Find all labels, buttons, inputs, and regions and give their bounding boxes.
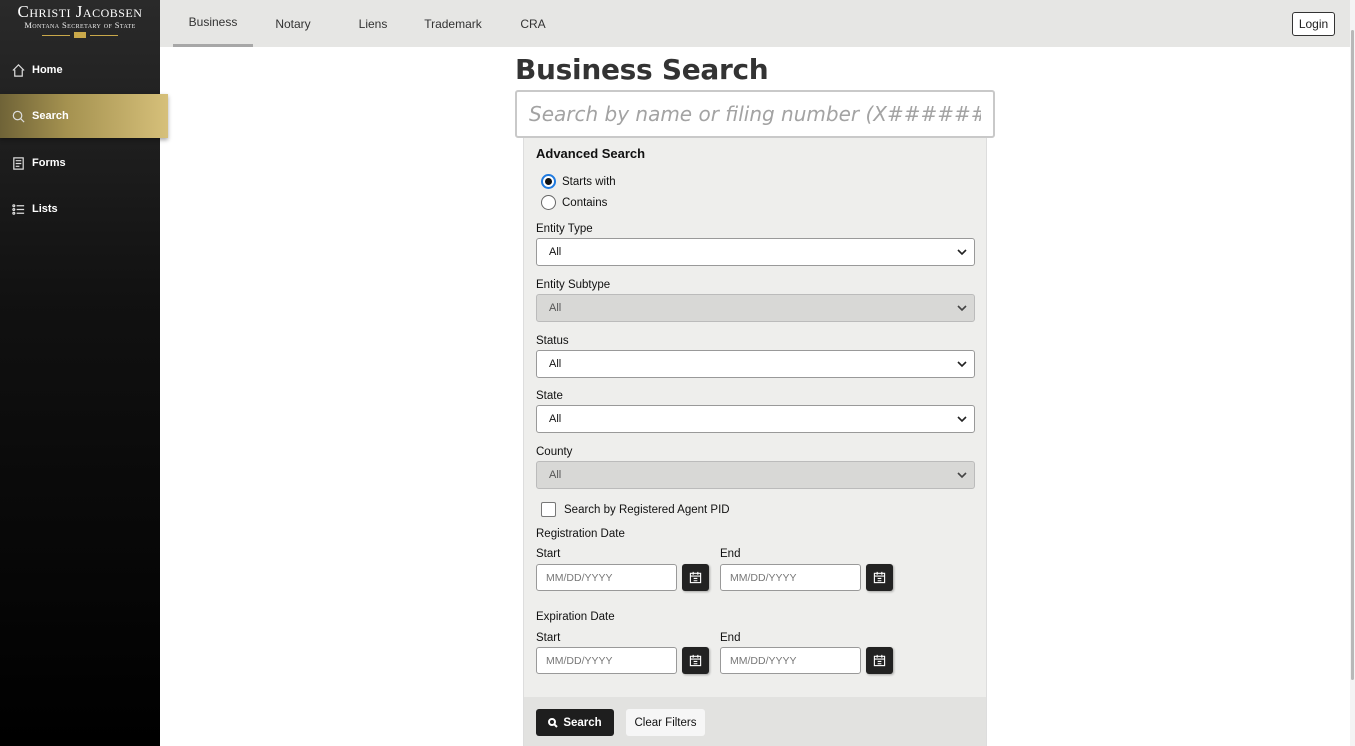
list-icon — [12, 203, 25, 215]
expiration-date-label: Expiration Date — [536, 611, 615, 623]
advanced-search-title: Advanced Search — [536, 146, 646, 161]
select-value: All — [549, 358, 562, 370]
tab-liens[interactable]: Liens — [333, 0, 413, 47]
state-select[interactable]: All — [536, 405, 975, 433]
scrollbar[interactable] — [1350, 0, 1355, 746]
sidebar-item-search[interactable]: Search — [0, 94, 168, 138]
radio-button-checked[interactable] — [541, 174, 556, 189]
radio-contains[interactable]: Contains — [541, 195, 607, 210]
chevron-down-icon — [957, 472, 967, 479]
sidebar-item-label: Home — [32, 64, 63, 76]
registration-start-calendar-button[interactable] — [682, 564, 709, 591]
top-tab-bar: Business Notary Liens Trademark CRA Logi… — [160, 0, 1350, 47]
checkbox-label: Search by Registered Agent PID — [564, 503, 730, 516]
tab-trademark[interactable]: Trademark — [413, 0, 493, 47]
registered-agent-pid-checkbox[interactable] — [541, 502, 556, 517]
registration-end-label: End — [720, 548, 741, 560]
search-input[interactable] — [515, 90, 995, 138]
logo-ornament — [0, 32, 160, 38]
status-label: Status — [536, 335, 569, 347]
select-value: All — [549, 469, 562, 481]
expiration-end-label: End — [720, 632, 741, 644]
sidebar-item-label: Forms — [32, 157, 66, 169]
entity-subtype-label: Entity Subtype — [536, 279, 611, 291]
calendar-icon — [873, 571, 886, 584]
chevron-down-icon — [957, 361, 967, 368]
select-value: All — [549, 302, 562, 314]
home-icon — [12, 63, 25, 77]
entity-subtype-select: All — [536, 294, 975, 322]
calendar-icon — [689, 654, 702, 667]
sidebar-item-forms[interactable]: Forms — [0, 141, 160, 185]
entity-type-select[interactable]: All — [536, 238, 975, 266]
calendar-icon — [873, 654, 886, 667]
sidebar-item-label: Lists — [32, 203, 58, 215]
expiration-start-calendar-button[interactable] — [682, 647, 709, 674]
registration-start-date-field[interactable]: MM/DD/YYYY — [536, 564, 677, 591]
expiration-start-date-field[interactable]: MM/DD/YYYY — [536, 647, 677, 674]
chevron-down-icon — [957, 305, 967, 312]
scrollbar-thumb[interactable] — [1351, 30, 1354, 680]
chevron-down-icon — [957, 416, 967, 423]
search-icon — [12, 110, 25, 123]
tab-business[interactable]: Business — [173, 0, 253, 47]
select-value: All — [549, 413, 562, 425]
radio-label: Starts with — [562, 175, 616, 188]
expiration-end-date-field[interactable]: MM/DD/YYYY — [720, 647, 861, 674]
chevron-down-icon — [957, 249, 967, 256]
sidebar: Christi Jacobsen Montana Secretary of St… — [0, 0, 168, 746]
registered-agent-pid-option[interactable]: Search by Registered Agent PID — [541, 502, 730, 517]
registration-end-calendar-button[interactable] — [866, 564, 893, 591]
radio-button[interactable] — [541, 195, 556, 210]
tab-notary[interactable]: Notary — [253, 0, 333, 47]
expiration-end-calendar-button[interactable] — [866, 647, 893, 674]
page-title: Business Search — [515, 53, 769, 86]
advanced-search-footer: Search Clear Filters — [524, 697, 986, 746]
logo-name: Christi Jacobsen — [17, 2, 143, 21]
search-button[interactable]: Search — [536, 709, 614, 736]
registration-date-label: Registration Date — [536, 528, 625, 540]
sidebar-item-lists[interactable]: Lists — [0, 187, 160, 231]
status-select[interactable]: All — [536, 350, 975, 378]
tab-cra[interactable]: CRA — [493, 0, 573, 47]
logo[interactable]: Christi Jacobsen Montana Secretary of St… — [0, 0, 160, 48]
registration-start-label: Start — [536, 548, 561, 560]
radio-starts-with[interactable]: Starts with — [541, 174, 616, 189]
county-label: County — [536, 446, 573, 458]
county-select: All — [536, 461, 975, 489]
calendar-icon — [689, 571, 702, 584]
search-button-label: Search — [563, 716, 602, 729]
radio-label: Contains — [562, 196, 608, 209]
forms-icon — [13, 156, 24, 170]
clear-filters-button[interactable]: Clear Filters — [626, 709, 705, 736]
sidebar-item-home[interactable]: Home — [0, 48, 160, 92]
registration-end-date-field[interactable]: MM/DD/YYYY — [720, 564, 861, 591]
state-label: State — [536, 390, 563, 402]
entity-type-label: Entity Type — [536, 223, 593, 235]
sidebar-item-label: Search — [32, 110, 69, 122]
logo-subtitle: Montana Secretary of State — [24, 20, 136, 30]
expiration-start-label: Start — [536, 632, 561, 644]
select-value: All — [549, 246, 562, 258]
search-icon — [548, 717, 559, 728]
advanced-search-panel: Advanced Search Starts with Contains Ent… — [523, 138, 987, 746]
login-button[interactable]: Login — [1292, 12, 1335, 36]
